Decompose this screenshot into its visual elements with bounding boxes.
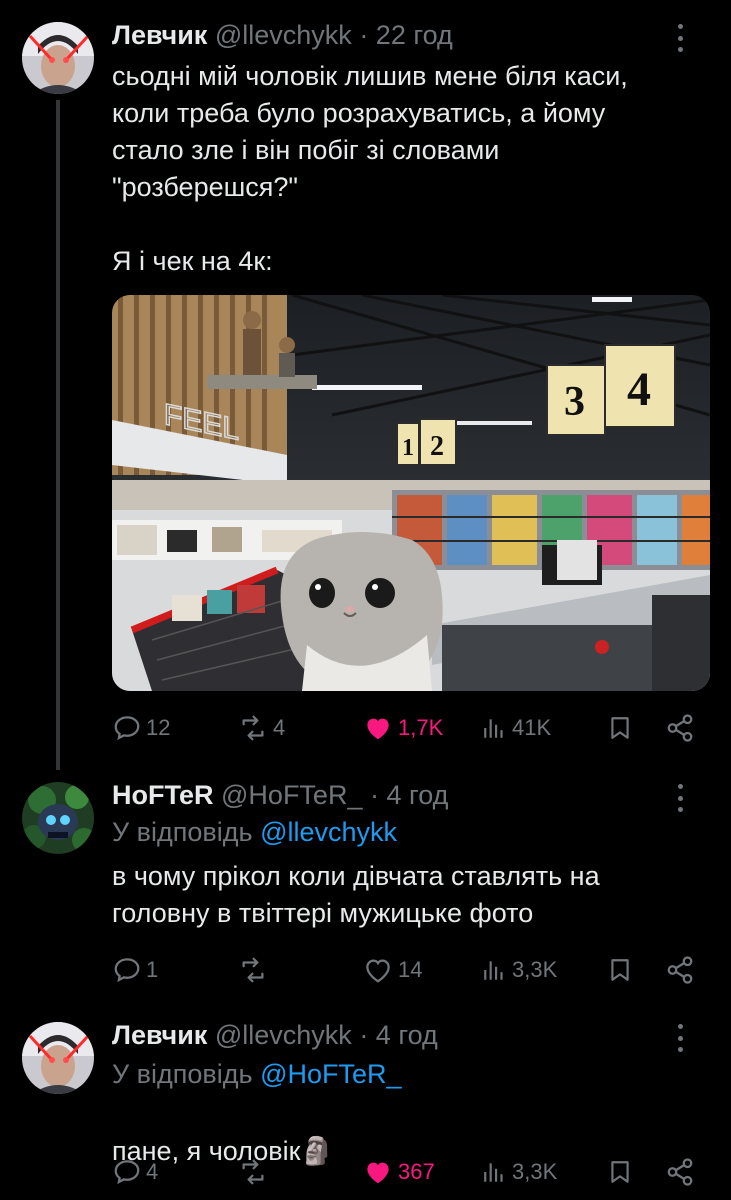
share-button[interactable] [665,1152,695,1192]
avatar-hofter[interactable] [22,782,94,854]
repost-icon [242,715,264,741]
share-icon [667,1158,693,1186]
reply-count: 12 [146,715,171,740]
views-icon [484,1163,503,1182]
display-name[interactable]: Левчик [112,1020,207,1050]
repost-count: 4 [273,715,286,740]
avatar-levchyk[interactable] [22,22,94,94]
tweet-1[interactable]: Левчик @llevchykk · 22 год сьодні мій чо… [0,0,731,770]
heart-icon [366,959,390,983]
tweet-text: сьодні мій чоловік лишив мене біля каси,… [112,61,628,276]
more-options-icon[interactable] [675,24,685,52]
tweet-header: Левчик @llevchykk · 22 год [112,18,709,52]
bookmark-icon [611,959,629,981]
share-button[interactable] [665,950,695,990]
reply-button[interactable]: 12 [112,708,170,748]
reply-context: У відповідь @HoFTeR_ [112,1056,709,1092]
tweet-header: Левчик @llevchykk · 4 год [112,1018,709,1052]
reply-button[interactable]: 4 [112,1152,158,1192]
repost-button[interactable] [237,950,273,990]
timestamp[interactable]: · 4 год [359,1020,437,1050]
tweet-2[interactable]: HoFTeR @HoFTeR_ · 4 год У відповідь @lle… [0,770,731,1012]
reply-icon [114,958,140,983]
reply-count: 1 [146,957,159,982]
bookmark-button[interactable] [607,708,633,748]
reply-context: У відповідь @llevchykk [112,814,709,850]
share-icon [667,714,693,742]
views-count: 3,3K [512,1159,558,1184]
mention-link[interactable]: @HoFTeR_ [260,1059,401,1089]
svg-text:1: 1 [402,435,414,461]
mention-link[interactable]: @llevchykk [260,817,397,847]
thread-line [56,100,60,770]
repost-icon [242,957,264,983]
like-count: 367 [398,1159,435,1184]
more-options-icon[interactable] [675,784,685,812]
like-button[interactable]: 14 [362,950,422,990]
tweet-text: в чому прікол коли дівчата ставлять на г… [112,861,600,928]
heart-filled-icon [367,718,389,740]
svg-text:2: 2 [430,431,444,462]
tweet-actions: 1 14 3,3K [112,950,709,990]
repost-button[interactable]: 4 [237,708,285,748]
tweet-actions: 12 4 1,7K 41K [112,708,709,748]
handle[interactable]: @llevchykk [215,1020,352,1050]
bookmark-icon [611,1161,629,1183]
svg-text:4: 4 [627,363,651,416]
svg-text:3: 3 [564,379,585,425]
reply-prefix: У відповідь [112,817,253,847]
like-button[interactable]: 367 [362,1152,435,1192]
handle[interactable]: @llevchykk [215,20,352,50]
more-options-icon[interactable] [675,1024,685,1052]
repost-button[interactable] [237,1152,273,1192]
display-name[interactable]: Левчик [112,20,207,50]
tweet-3[interactable]: Левчик @llevchykk · 4 год У відповідь @H… [0,1012,731,1200]
reply-icon [114,716,140,741]
timestamp[interactable]: · 4 год [370,780,448,810]
tweet-actions: 4 367 3,3K [112,1152,709,1192]
reply-icon [114,1160,140,1185]
like-count: 1,7K [398,715,444,740]
bookmark-button[interactable] [607,950,633,990]
reply-count: 4 [146,1159,159,1184]
share-button[interactable] [665,708,695,748]
views-icon [484,961,503,980]
bookmark-button[interactable] [607,1152,633,1192]
avatar-levchyk[interactable] [22,1022,94,1094]
tweet-image[interactable]: FEEL 1 2 3 4 [112,295,710,691]
bookmark-icon [611,717,629,739]
like-count: 14 [398,957,423,982]
reply-prefix: У відповідь [112,1059,253,1089]
display-name[interactable]: HoFTeR [112,780,214,810]
timestamp[interactable]: · 22 год [359,20,452,50]
views-button[interactable]: 3,3K [482,1152,557,1192]
like-button[interactable]: 1,7K [362,708,443,748]
tweet-header: HoFTeR @HoFTeR_ · 4 год [112,778,709,812]
views-count: 41K [512,715,552,740]
share-icon [667,956,693,984]
views-icon [484,719,503,738]
heart-filled-icon [367,1162,389,1184]
views-button[interactable]: 3,3K [482,950,557,990]
handle[interactable]: @HoFTeR_ [221,780,362,810]
repost-icon [242,1159,264,1185]
views-count: 3,3K [512,957,558,982]
reply-button[interactable]: 1 [112,950,158,990]
views-button[interactable]: 41K [482,708,551,748]
